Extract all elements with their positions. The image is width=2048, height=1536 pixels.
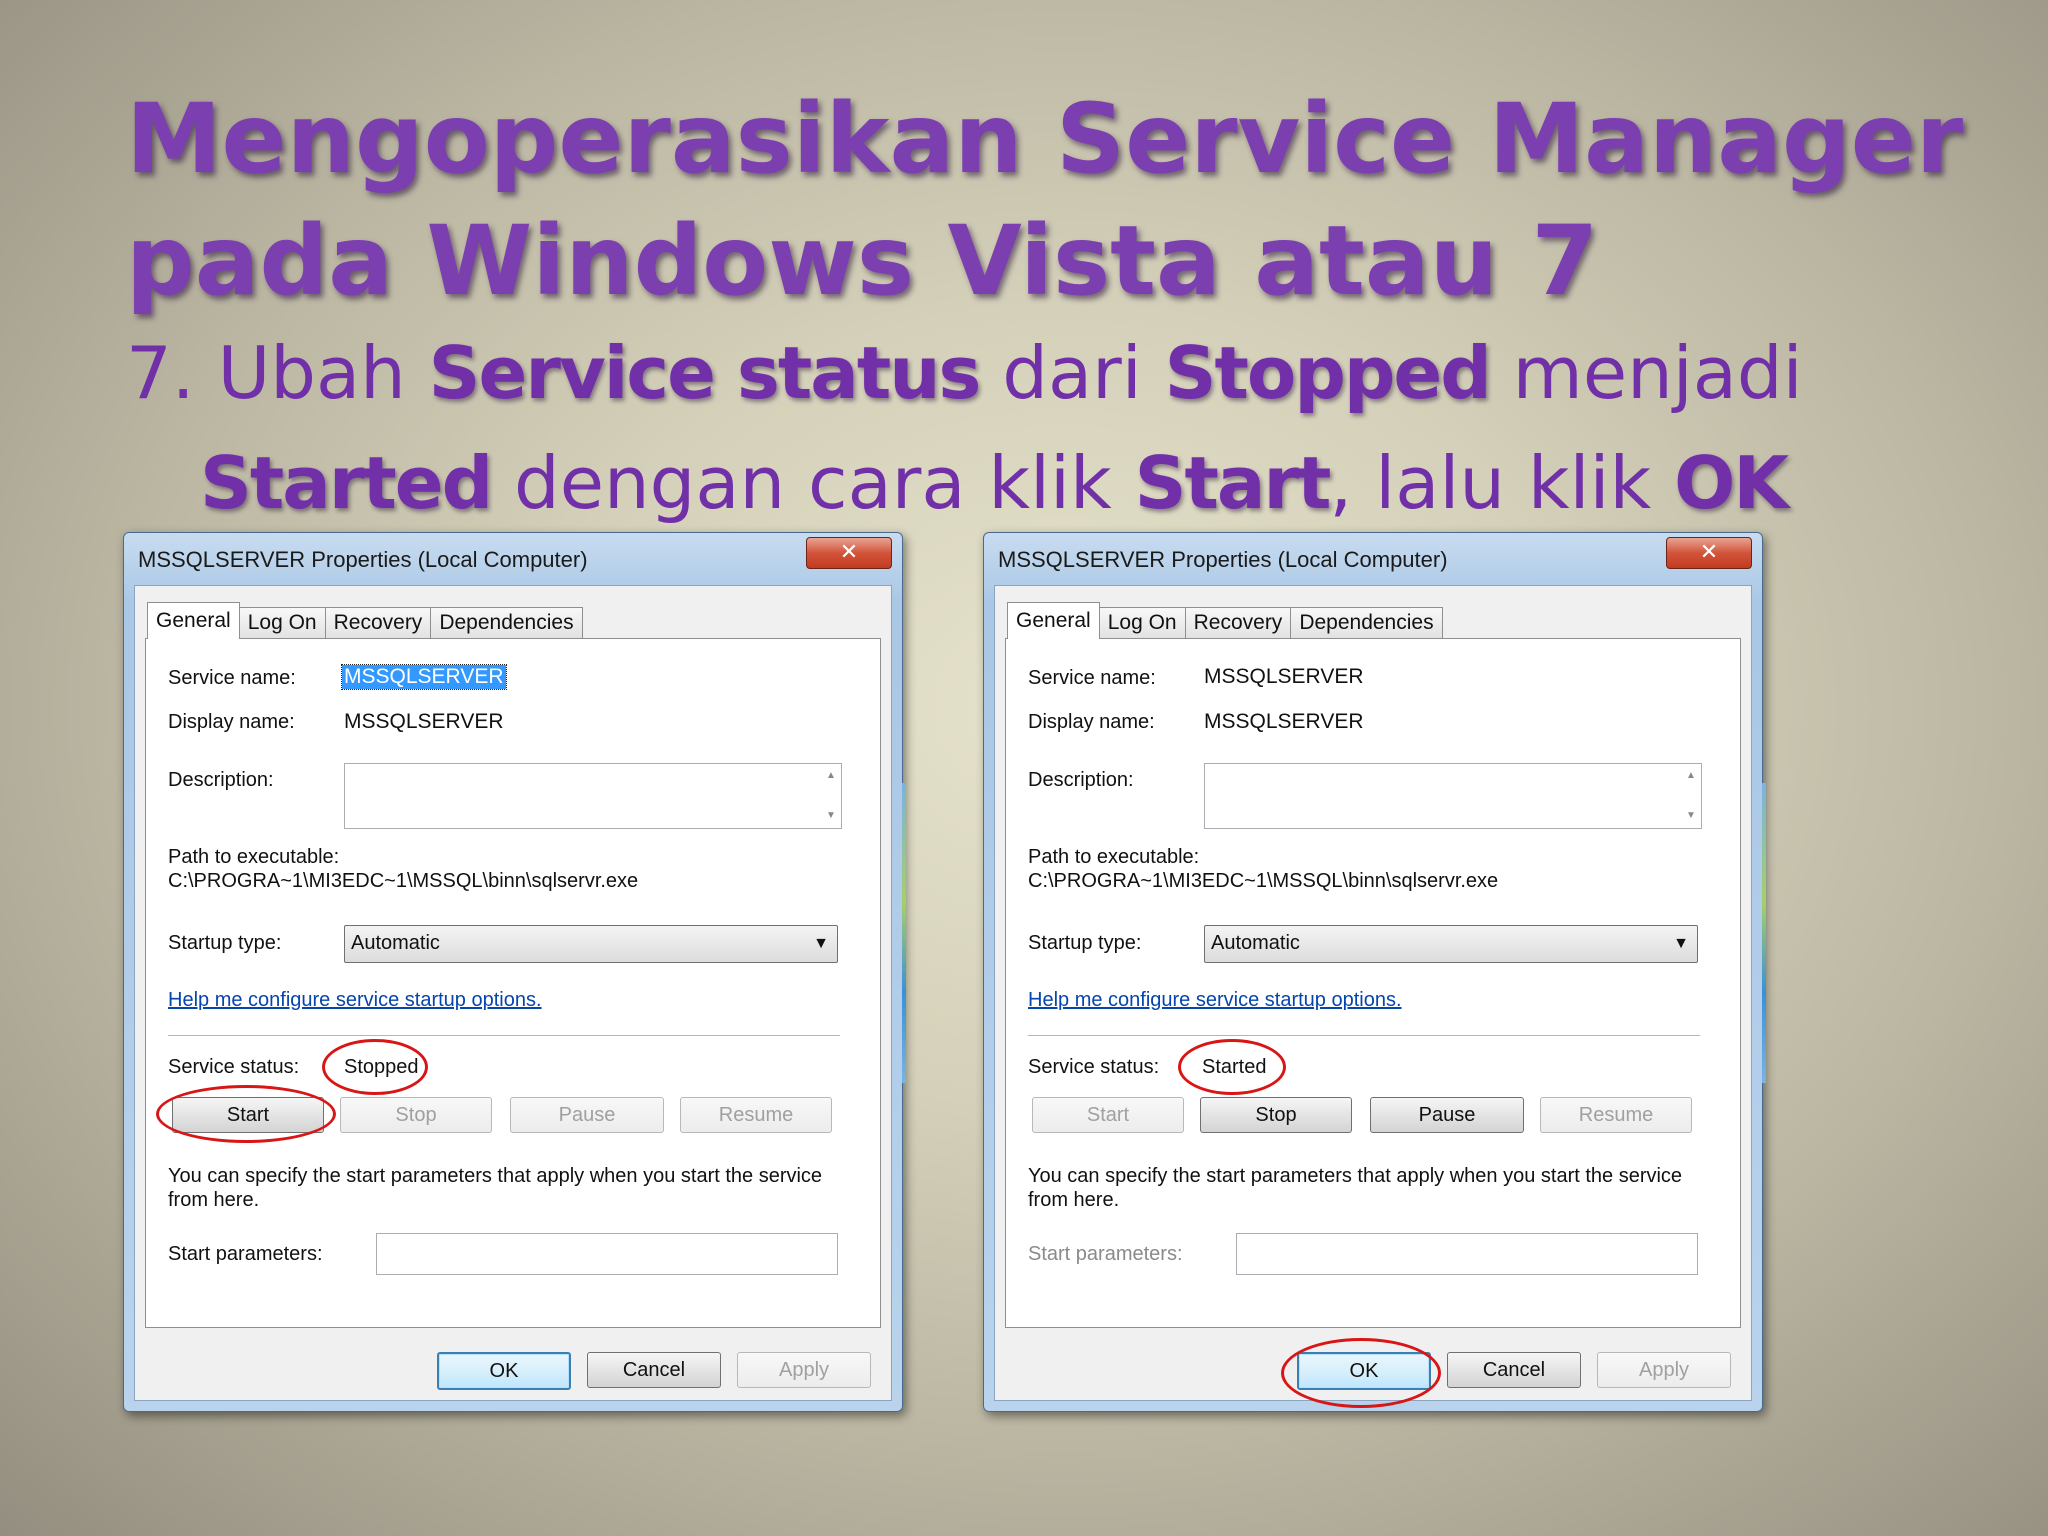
startup-type-select[interactable]: Automatic ▼: [1204, 925, 1698, 963]
start-params-label: Start parameters:: [1028, 1243, 1183, 1265]
start-params-info: You can specify the start parameters tha…: [168, 1165, 823, 1211]
startup-type-label: Startup type:: [168, 932, 282, 954]
start-params-label: Start parameters:: [168, 1243, 323, 1265]
instruction-num: 7. Ubah: [126, 331, 429, 415]
tab-strip: General Log On Recovery Dependencies: [1007, 602, 1443, 639]
cancel-button[interactable]: Cancel: [587, 1352, 721, 1388]
highlight-ring-start: [156, 1085, 336, 1143]
service-name-value[interactable]: MSSQLSERVER: [1204, 665, 1364, 689]
slide-title-line1: Mengoperasikan Service Manager: [126, 83, 1964, 195]
startup-type-select[interactable]: Automatic ▼: [344, 925, 838, 963]
instruction-bold-ok: OK: [1674, 441, 1789, 525]
properties-dialog-started: MSSQLSERVER Properties (Local Computer) …: [983, 532, 1766, 1412]
instruction-bold-stopped: Stopped: [1164, 331, 1492, 415]
start-button[interactable]: Start: [1032, 1097, 1184, 1133]
general-tab-panel: Service name: MSSQLSERVER Display name: …: [145, 638, 881, 1328]
startup-type-value: Automatic: [351, 932, 440, 954]
stop-button[interactable]: Stop: [1200, 1097, 1352, 1133]
start-params-input[interactable]: [1236, 1233, 1698, 1275]
scroll-down-icon[interactable]: ▼: [1685, 810, 1697, 822]
description-textbox[interactable]: ▲ ▼: [344, 763, 842, 829]
instruction-bold-service-status: Service status: [428, 331, 982, 415]
dialog-titlebar[interactable]: MSSQLSERVER Properties (Local Computer) …: [124, 533, 902, 583]
service-name-label: Service name:: [1028, 667, 1156, 689]
pause-button[interactable]: Pause: [1370, 1097, 1524, 1133]
tab-recovery[interactable]: Recovery: [324, 607, 432, 638]
properties-dialog-stopped: MSSQLSERVER Properties (Local Computer) …: [123, 532, 906, 1412]
tab-dependencies[interactable]: Dependencies: [430, 607, 583, 638]
service-name-label: Service name:: [168, 667, 296, 689]
dialog-titlebar[interactable]: MSSQLSERVER Properties (Local Computer) …: [984, 533, 1762, 583]
window-edge-glow: [902, 783, 906, 1083]
start-params-info: You can specify the start parameters tha…: [1028, 1165, 1683, 1211]
divider: [1028, 1035, 1700, 1036]
scroll-up-icon[interactable]: ▲: [825, 770, 837, 782]
tab-dependencies[interactable]: Dependencies: [1290, 607, 1443, 638]
apply-button[interactable]: Apply: [737, 1352, 871, 1388]
description-label: Description:: [168, 769, 274, 791]
tab-log-on[interactable]: Log On: [238, 607, 326, 638]
display-name-label: Display name:: [1028, 711, 1155, 733]
path-value: C:\PROGRA~1\MI3EDC~1\MSSQL\binn\sqlservr…: [1028, 870, 1499, 892]
display-name-label: Display name:: [168, 711, 295, 733]
instruction-bold-started: Started: [200, 441, 493, 525]
highlight-ring-ok: [1281, 1338, 1441, 1408]
apply-button[interactable]: Apply: [1597, 1352, 1731, 1388]
display-name-value: MSSQLSERVER: [1204, 710, 1364, 733]
instruction-dari: dari: [979, 331, 1165, 415]
instruction-dengan: dengan cara klik: [491, 441, 1135, 525]
close-icon: ✕: [839, 540, 859, 565]
slide-title: Mengoperasikan Service Manager pada Wind…: [126, 78, 1986, 322]
tab-log-on[interactable]: Log On: [1098, 607, 1186, 638]
start-params-input[interactable]: [376, 1233, 838, 1275]
slide-title-line2: pada Windows Vista atau 7: [126, 205, 1599, 317]
instruction-menjadi: menjadi: [1489, 331, 1803, 415]
highlight-ring-status: [322, 1039, 428, 1095]
startup-type-label: Startup type:: [1028, 932, 1142, 954]
help-startup-link[interactable]: Help me configure service startup option…: [1028, 989, 1402, 1012]
path-value: C:\PROGRA~1\MI3EDC~1\MSSQL\binn\sqlservr…: [168, 870, 639, 892]
description-textbox[interactable]: ▲ ▼: [1204, 763, 1702, 829]
chevron-down-icon: ▼: [813, 935, 829, 952]
tab-general[interactable]: General: [147, 602, 240, 639]
instruction-line2: Started dengan cara klik Start, lalu kli…: [126, 428, 2006, 538]
display-name-value: MSSQLSERVER: [344, 710, 504, 733]
service-name-value[interactable]: MSSQLSERVER: [341, 664, 507, 690]
dialog-title: MSSQLSERVER Properties (Local Computer): [138, 547, 588, 572]
divider: [168, 1035, 840, 1036]
instruction-bold-start: Start: [1134, 441, 1332, 525]
general-tab-panel: Service name: MSSQLSERVER Display name: …: [1005, 638, 1741, 1328]
path-label: Path to executable:: [1028, 846, 1200, 868]
service-status-label: Service status:: [1028, 1056, 1160, 1078]
tab-recovery[interactable]: Recovery: [1184, 607, 1292, 638]
highlight-ring-status: [1178, 1039, 1286, 1095]
instruction-text: 7. Ubah Service status dari Stopped menj…: [126, 318, 2006, 538]
dialog-client: General Log On Recovery Dependencies Ser…: [994, 585, 1752, 1408]
close-button[interactable]: ✕: [806, 537, 892, 569]
instruction-lalu: , lalu klik: [1329, 441, 1675, 525]
service-status-label: Service status:: [168, 1056, 300, 1078]
close-button[interactable]: ✕: [1666, 537, 1752, 569]
startup-type-value: Automatic: [1211, 932, 1300, 954]
dialog-client: General Log On Recovery Dependencies Ser…: [134, 585, 892, 1401]
cancel-button[interactable]: Cancel: [1447, 1352, 1581, 1388]
tab-strip: General Log On Recovery Dependencies: [147, 602, 583, 639]
help-startup-link[interactable]: Help me configure service startup option…: [168, 989, 542, 1012]
resume-button[interactable]: Resume: [680, 1097, 832, 1133]
description-label: Description:: [1028, 769, 1134, 791]
path-label: Path to executable:: [168, 846, 340, 868]
stop-button[interactable]: Stop: [340, 1097, 492, 1133]
close-icon: ✕: [1699, 540, 1719, 565]
tab-general[interactable]: General: [1007, 602, 1100, 639]
scroll-up-icon[interactable]: ▲: [1685, 770, 1697, 782]
scroll-down-icon[interactable]: ▼: [825, 810, 837, 822]
instruction-line1: 7. Ubah Service status dari Stopped menj…: [126, 318, 2006, 428]
pause-button[interactable]: Pause: [510, 1097, 664, 1133]
resume-button[interactable]: Resume: [1540, 1097, 1692, 1133]
dialog-title: MSSQLSERVER Properties (Local Computer): [998, 547, 1448, 572]
chevron-down-icon: ▼: [1673, 935, 1689, 952]
ok-button[interactable]: OK: [437, 1352, 571, 1390]
window-edge-glow: [1762, 783, 1766, 1083]
